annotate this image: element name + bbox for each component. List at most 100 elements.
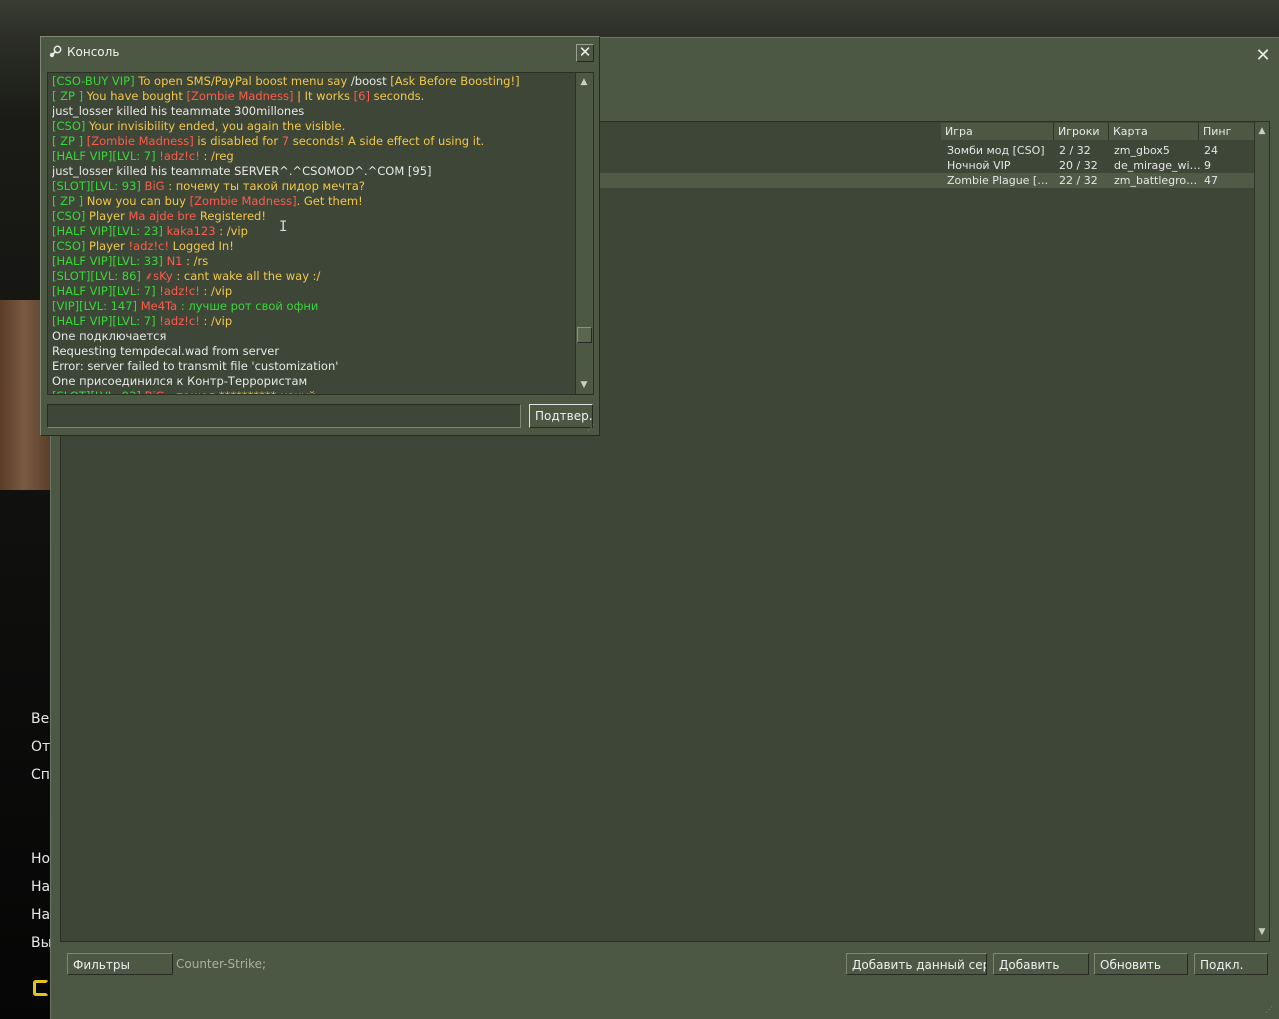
console-line: [HALF VIP][LVL: 7] !adz!c! : /vip [52, 284, 572, 299]
console-title: Консоль [67, 45, 120, 59]
console-line-segment: Player [85, 209, 129, 223]
column-header-ping[interactable]: Пинг [1199, 123, 1255, 140]
console-line-segment: : /vip [199, 284, 233, 298]
console-line-segment: : /rs [182, 254, 209, 268]
log-scroll-thumb[interactable] [577, 327, 592, 343]
console-line: [SLOT][LVL: 86] ⸙sKy : cant wake all the… [52, 269, 572, 284]
console-line-segment: [HALF VIP][LVL: 7] [52, 284, 156, 298]
column-header-game[interactable]: Игра [941, 123, 1054, 140]
console-line-segment: [HALF VIP][LVL: 7] [52, 314, 156, 328]
column-header-players[interactable]: Игроки [1054, 123, 1109, 140]
console-line-segment: Registered! [196, 209, 266, 223]
console-line-segment: [CSO] [52, 119, 86, 133]
console-line-segment: !adz!c! [155, 284, 200, 298]
console-line: [SLOT][LVL: 93] BiG : почему ты такой пи… [52, 179, 572, 194]
console-line-segment: !adz!c! [128, 239, 170, 253]
resize-grip-icon[interactable]: ⋰ [1265, 1005, 1275, 1015]
server-list-scrollbar[interactable]: ▲ ▼ [1254, 122, 1269, 941]
console-line-segment: N1 [162, 254, 183, 268]
console-line-segment: !adz!c! [155, 149, 200, 163]
game-logo-icon [33, 980, 49, 996]
background-menu-item: На [31, 907, 51, 923]
console-line-segment: /boost [350, 74, 387, 88]
connect-button[interactable]: Подкл. [1194, 953, 1268, 975]
log-scroll-up-icon[interactable]: ▲ [577, 75, 591, 89]
console-line-segment: [CSO-BUY VIP] [52, 74, 135, 88]
console-line-segment: [SLOT][LVL: 86] [52, 269, 141, 283]
console-line-segment: [Zombie Madness] [83, 134, 194, 148]
console-line-segment: [CSO] [52, 209, 86, 223]
server-map-cell: zm_battleground... [1114, 174, 1202, 187]
console-line-segment: kaka123 [162, 224, 216, 238]
console-line-segment: [ ZP ] [52, 194, 84, 208]
console-line-segment: [SLOT][LVL: 93] [52, 389, 141, 394]
console-resize-grip-icon[interactable]: ⋰ [587, 423, 597, 433]
console-submit-button[interactable]: Подтвер... [529, 404, 593, 428]
background-menu-item: Ве [31, 711, 50, 727]
console-log[interactable]: [CSO-BUY VIP] To open SMS/PayPal boost m… [47, 72, 594, 395]
console-line-segment: [VIP][LVL: 147] [52, 299, 138, 313]
add-server-button[interactable]: Добавить [993, 953, 1089, 975]
column-header-map[interactable]: Карта [1109, 123, 1199, 140]
console-line-segment: : пашел ********** нахуй [165, 389, 316, 394]
console-line-segment: BiG [140, 179, 165, 193]
server-players-cell: 22 / 32 [1059, 174, 1098, 187]
console-line: [SLOT][LVL: 93] BiG : пашел ********** н… [52, 389, 572, 394]
console-line: One присоединился к Контр-Террористам [52, 374, 572, 389]
server-game-cell: Зомби мод [CSO] [947, 144, 1045, 157]
console-line-segment: [SLOT][LVL: 93] [52, 179, 141, 193]
console-line-segment: Player [85, 239, 129, 253]
console-line-segment: To open SMS/PayPal boost menu say [134, 74, 351, 88]
console-command-input[interactable] [47, 404, 521, 428]
server-ping-cell: 9 [1204, 159, 1211, 172]
console-line-segment: [Zombie Madness] [189, 194, 297, 208]
server-players-cell: 2 / 32 [1059, 144, 1091, 157]
background-menu-item: Но [31, 851, 51, 867]
console-line: [CSO] Player !adz!c! Logged In! [52, 239, 572, 254]
console-line: [CSO] Player Ma ajde bre Registered! [52, 209, 572, 224]
console-line: [VIP][LVL: 147] Me4Ta : лучше рот свой о… [52, 299, 572, 314]
console-line-segment: [Zombie Madness] [186, 89, 294, 103]
refresh-button[interactable]: Обновить [1094, 953, 1188, 975]
console-line: Error: server failed to transmit file 'c… [52, 359, 572, 374]
server-game-cell: Ночной VIP [947, 159, 1011, 172]
console-line-segment: BiG [141, 389, 165, 394]
add-current-server-button[interactable]: Добавить данный серве [846, 953, 987, 975]
scroll-down-icon[interactable]: ▼ [1255, 925, 1269, 939]
console-line-segment: One подключается [52, 329, 167, 343]
console-line-segment: [ ZP ] [52, 134, 84, 148]
console-window: Консоль ✕ [CSO-BUY VIP] To open SMS/PayP… [40, 36, 600, 436]
console-line-segment: [HALF VIP][LVL: 33] [52, 254, 163, 268]
console-line: [ ZP ] Now you can buy [Zombie Madness].… [52, 194, 572, 209]
browser-close-icon[interactable]: ✕ [1255, 47, 1271, 65]
console-line: just_losser killed his teammate 300millo… [52, 104, 572, 119]
console-line-segment: is disabled for [193, 134, 282, 148]
scroll-up-icon[interactable]: ▲ [1255, 124, 1269, 138]
console-line-segment: seconds. [369, 89, 425, 103]
console-line-segment: One присоединился к Контр-Террористам [52, 374, 308, 388]
console-line-segment: : почему ты такой пидор мечта? [164, 179, 365, 193]
console-line: just_losser killed his teammate SERVER^.… [52, 164, 572, 179]
console-line: [CSO-BUY VIP] To open SMS/PayPal boost m… [52, 74, 572, 89]
console-line: One подключается [52, 329, 572, 344]
filters-button[interactable]: Фильтры [67, 953, 173, 975]
console-line-segment: just_losser killed his teammate 300millo… [52, 104, 305, 118]
console-line: [ ZP ] You have bought [Zombie Madness] … [52, 89, 572, 104]
console-line-segment: [ ZP ] [52, 89, 84, 103]
background-menu-item: От [31, 739, 51, 755]
console-scrollbar[interactable]: ▲ ▼ [575, 73, 593, 394]
console-line: [CSO] Your invisibility ended, you again… [52, 119, 572, 134]
console-line: [ ZP ] [Zombie Madness] is disabled for … [52, 134, 572, 149]
log-scroll-down-icon[interactable]: ▼ [577, 378, 591, 392]
console-close-icon[interactable]: ✕ [576, 44, 594, 62]
console-line-segment: : /vip [215, 224, 248, 238]
steam-icon [49, 45, 62, 58]
console-line-segment: [6] [353, 89, 370, 103]
console-line-segment: : /reg [199, 149, 234, 163]
console-line-segment: : cant wake all the way :/ [172, 269, 321, 283]
console-line-segment: | It works [293, 89, 354, 103]
console-line: [HALF VIP][LVL: 7] !adz!c! : /vip [52, 314, 572, 329]
background-menu-item: Вы [31, 935, 52, 951]
console-line-segment: Me4Ta [137, 299, 178, 313]
console-line: [HALF VIP][LVL: 7] !adz!c! : /reg [52, 149, 572, 164]
